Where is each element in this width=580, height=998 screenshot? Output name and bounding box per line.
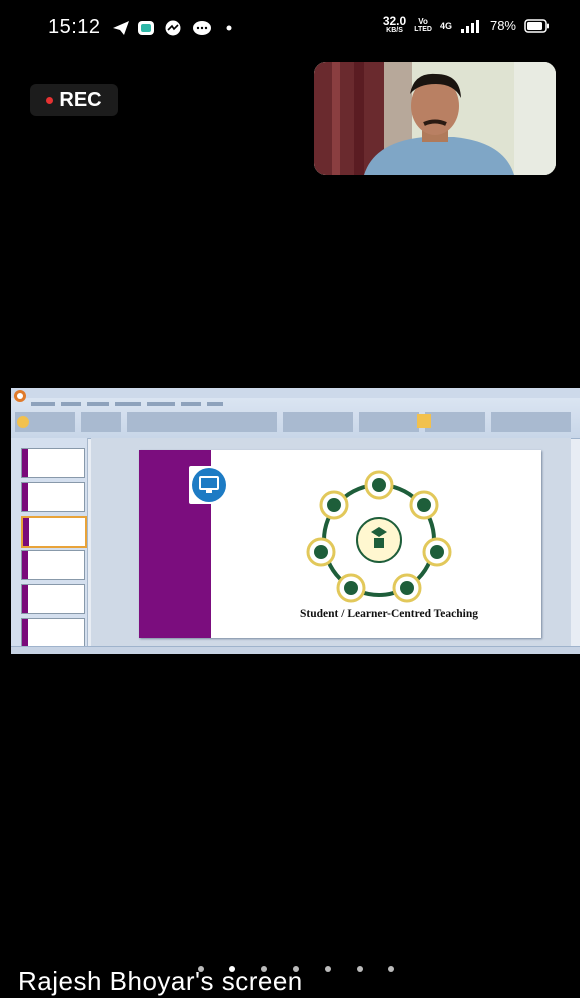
- page-dot: [357, 966, 363, 972]
- battery-percent: 78%: [489, 18, 516, 33]
- app-titlebar: [11, 388, 580, 398]
- messenger-icon: [165, 20, 181, 36]
- slide-thumbnail-panel[interactable]: [11, 438, 88, 648]
- screen-owner-label: Rajesh Bhoyar's screen: [18, 966, 303, 996]
- notification-dot-icon: [226, 25, 232, 31]
- recording-label: REC: [59, 88, 102, 111]
- network-type: 4G: [439, 20, 452, 31]
- slide-thumbnail[interactable]: [21, 618, 85, 648]
- battery-icon: [524, 18, 549, 33]
- monitor-icon: [192, 468, 226, 502]
- app-ribbon: [11, 388, 580, 439]
- current-slide: Student / Learner-Centred Teaching: [139, 450, 541, 638]
- app-statusbar: [11, 646, 580, 654]
- ribbon-controls: [15, 402, 571, 432]
- slide-thumbnail[interactable]: [21, 584, 85, 614]
- telegram-icon: [113, 21, 129, 35]
- learner-centred-wheel-diagram: [306, 470, 452, 603]
- signal-icon: [460, 19, 479, 33]
- chat-icon: [193, 21, 211, 35]
- slide-thumbnail[interactable]: [21, 550, 85, 580]
- participant-video[interactable]: [314, 62, 556, 175]
- slide-thumbnail[interactable]: [21, 482, 85, 512]
- network-speed: 32.0 KB/S: [382, 14, 407, 34]
- page-dot: [388, 966, 394, 972]
- recording-dot-icon: [46, 96, 54, 104]
- shared-screen[interactable]: Student / Learner-Centred Teaching: [11, 388, 580, 654]
- participant-video-image: [314, 62, 556, 175]
- slide-logo: [189, 466, 229, 504]
- message-app-icon: [138, 21, 154, 35]
- volte-indicator: Vo LTED: [414, 16, 432, 33]
- slide-thumbnail[interactable]: [21, 448, 85, 478]
- recording-badge: REC: [30, 84, 118, 116]
- slide-thumbnail-selected[interactable]: [21, 516, 87, 548]
- page-dot: [325, 966, 331, 972]
- status-bar: 15:12 32.0 KB/S Vo LTED 4G 78%: [0, 0, 580, 60]
- slide-title: Student / Learner-Centred Teaching: [300, 608, 478, 620]
- status-time: 15:12: [48, 16, 101, 38]
- slide-editor[interactable]: Student / Learner-Centred Teaching: [91, 438, 571, 646]
